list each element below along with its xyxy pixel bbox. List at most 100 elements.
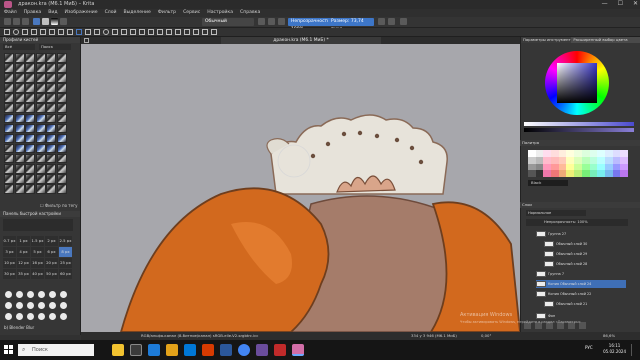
brush-preset[interactable]	[14, 184, 25, 194]
color-square[interactable]	[557, 63, 597, 103]
layer-row[interactable]: Обычный слой 29	[536, 250, 634, 258]
size-preset[interactable]: 35 px	[17, 269, 30, 279]
palette-swatch[interactable]	[581, 156, 590, 164]
gradient-tool-icon[interactable]	[139, 29, 145, 35]
minimize-button[interactable]: —	[602, 0, 608, 7]
clock[interactable]: 16:11 05.02.2024	[603, 343, 626, 355]
brush-preset[interactable]	[56, 174, 67, 184]
brush-preset[interactable]	[56, 63, 67, 73]
magnetic-select-icon[interactable]	[67, 29, 73, 35]
transform-tool-icon[interactable]	[166, 29, 172, 35]
mirror-vertical-icon[interactable]	[388, 18, 395, 25]
brush-tip[interactable]	[16, 291, 23, 298]
brush-preset[interactable]	[25, 153, 36, 164]
palette-swatch[interactable]	[535, 163, 544, 171]
brush-preset[interactable]	[4, 133, 14, 144]
palette-swatch[interactable]	[574, 156, 582, 164]
brush-preset[interactable]	[4, 103, 14, 113]
chrome-icon[interactable]	[238, 344, 250, 356]
brush-preset[interactable]	[14, 123, 25, 134]
brush-preset[interactable]	[25, 133, 36, 144]
palette-swatch[interactable]	[543, 156, 552, 164]
palette-swatch[interactable]	[535, 170, 544, 178]
brush-preset[interactable]	[35, 164, 46, 174]
brush-preset[interactable]	[14, 83, 25, 93]
brush-preset[interactable]	[35, 123, 46, 134]
brush-preset[interactable]	[25, 164, 36, 174]
brush-preset[interactable]	[46, 103, 57, 113]
brush-preset[interactable]	[46, 83, 57, 93]
size-preset[interactable]: 50 px	[45, 269, 58, 279]
size-preset[interactable]: 60 px	[59, 269, 72, 279]
taskbar-search[interactable]: ⌕ Поиск	[18, 344, 94, 356]
palette-swatch[interactable]	[597, 156, 605, 164]
size-preset[interactable]: 25 px	[59, 258, 72, 268]
brush-tip[interactable]	[49, 291, 56, 298]
size-preset[interactable]: 1 px	[17, 236, 30, 246]
palette-swatch[interactable]	[558, 150, 567, 157]
language-indicator[interactable]: РУС	[585, 345, 593, 350]
media-icon[interactable]	[274, 344, 286, 356]
size-preset[interactable]: 2 px	[45, 236, 58, 246]
brush-preset[interactable]	[25, 63, 36, 73]
tab-tool-options[interactable]: Параметры инструмента	[521, 37, 572, 43]
assistant-tool-icon[interactable]	[202, 29, 208, 35]
brush-preset[interactable]	[56, 53, 67, 63]
palette-swatch[interactable]	[543, 150, 552, 157]
move-tool-icon[interactable]	[157, 29, 163, 35]
size-slider[interactable]: Размер: 73,74 пикс.	[328, 18, 374, 32]
fill-tool-icon[interactable]	[130, 29, 136, 35]
brush-search[interactable]: Поиск	[39, 44, 71, 50]
size-preset[interactable]: 12 px	[17, 258, 30, 268]
store-icon[interactable]	[184, 344, 196, 356]
measure-tool-icon[interactable]	[211, 29, 217, 35]
brush-preset[interactable]	[46, 143, 57, 154]
brush-preset[interactable]	[46, 164, 57, 174]
brush-tip[interactable]	[16, 302, 23, 309]
brush-preset[interactable]	[14, 153, 25, 164]
layer-row-selected[interactable]: Копия Обычный слой 24	[536, 280, 626, 288]
menu-filter[interactable]: Фильтр	[158, 9, 176, 17]
brush-preset[interactable]	[35, 143, 46, 154]
size-preset[interactable]: 5 px	[31, 247, 44, 257]
brush-preset[interactable]	[56, 73, 67, 83]
palette-swatch[interactable]	[612, 163, 621, 171]
polygon-tool-icon[interactable]	[112, 29, 118, 35]
palette-swatch[interactable]	[574, 150, 582, 157]
palette-swatch[interactable]	[604, 150, 613, 157]
brush-preset[interactable]	[25, 174, 36, 184]
brush-tip[interactable]	[60, 291, 67, 298]
brush-tip[interactable]	[16, 313, 23, 320]
pan-tool-icon[interactable]	[193, 29, 199, 35]
palette-swatch[interactable]	[597, 170, 605, 178]
brush-preset[interactable]	[4, 73, 14, 83]
select-tool-icon[interactable]	[4, 29, 10, 35]
palette-swatch[interactable]	[528, 156, 536, 164]
brush-preset[interactable]	[4, 184, 14, 194]
palette-swatch[interactable]	[597, 163, 605, 171]
brush-preset[interactable]	[35, 184, 46, 194]
palette-swatch[interactable]	[620, 156, 628, 164]
brush-preset[interactable]	[4, 113, 14, 124]
color-swatch-icon[interactable]	[42, 18, 49, 25]
palette-swatch[interactable]	[620, 150, 628, 157]
blend-mode-select[interactable]: Обычный	[202, 18, 254, 26]
palette-swatch[interactable]	[604, 156, 613, 164]
size-preset[interactable]: 40 px	[31, 269, 44, 279]
quick-settings-toolbar[interactable]	[3, 219, 73, 231]
word-icon[interactable]	[220, 344, 232, 356]
brush-preset[interactable]	[25, 73, 36, 83]
brush-preset[interactable]	[25, 103, 36, 113]
menu-tools[interactable]: Сервис	[183, 9, 200, 17]
brush-preset[interactable]	[35, 113, 46, 124]
polygon-select-icon[interactable]	[22, 29, 28, 35]
layer-opacity[interactable]: Непрозрачность: 100%	[526, 219, 628, 226]
canvas[interactable]	[81, 44, 520, 332]
brush-preset[interactable]	[14, 93, 25, 103]
brush-preset[interactable]	[14, 63, 25, 73]
similar-select-icon[interactable]	[49, 29, 55, 35]
palette-name[interactable]: Black	[528, 180, 568, 186]
brush-preset[interactable]	[35, 103, 46, 113]
menu-file[interactable]: Файл	[4, 9, 17, 17]
crop-tool-icon[interactable]	[175, 29, 181, 35]
